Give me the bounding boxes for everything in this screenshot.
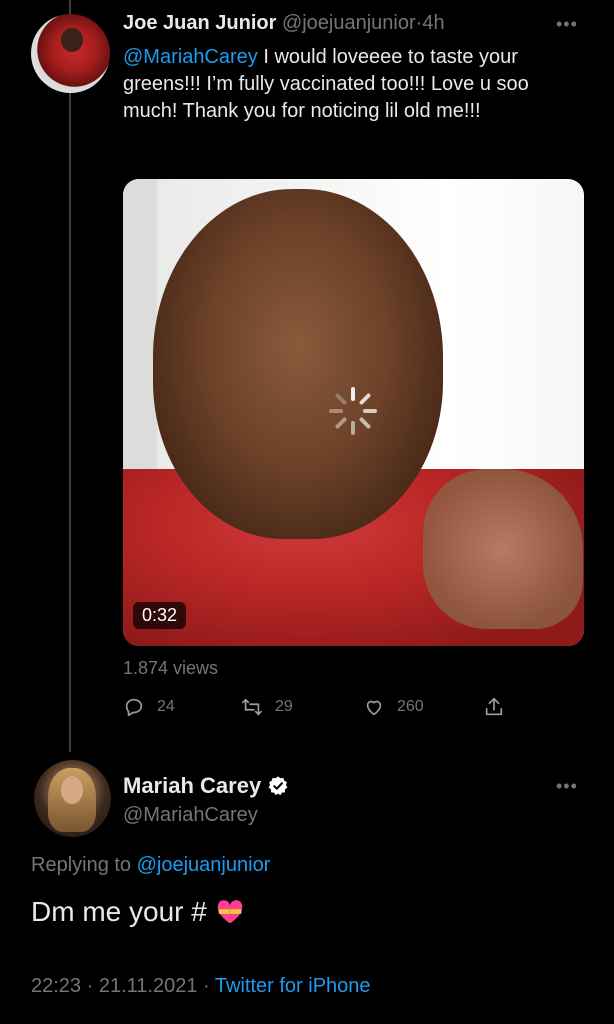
tweet1-header: Joe Juan Junior @joejuanjunior·4h — [123, 12, 445, 35]
replying-to-link[interactable]: @joejuanjunior — [137, 854, 271, 876]
retweet-count: 29 — [275, 698, 293, 715]
loading-spinner-icon — [329, 387, 377, 435]
avatar-joe-juan-junior[interactable] — [31, 14, 110, 93]
replying-prefix: Replying to — [31, 854, 137, 876]
tweet2-client-link[interactable]: Twitter for iPhone — [215, 975, 371, 997]
reply-icon — [125, 698, 143, 717]
tweet2-sep-2: · — [203, 975, 210, 997]
more-dots-icon[interactable]: ••• — [556, 14, 578, 35]
tweet2-body: Dm me your # — [31, 896, 207, 927]
tweet2-date: 21.11.2021 — [98, 975, 198, 997]
like-button[interactable]: 260 — [363, 696, 424, 718]
reply-count: 24 — [157, 698, 175, 715]
tweet1-handle[interactable]: @joejuanjunior — [282, 12, 416, 34]
tweet2-handle[interactable]: @MariahCarey — [123, 804, 258, 827]
tweet1-action-bar: 24 29 260 — [123, 696, 543, 726]
video-frame-hand — [423, 469, 583, 629]
heart-with-ribbon-icon — [217, 900, 243, 924]
share-icon — [485, 697, 503, 716]
retweet-button[interactable]: 29 — [241, 696, 293, 718]
like-count: 260 — [397, 698, 424, 715]
share-button[interactable] — [483, 696, 505, 718]
tweet1-display-name[interactable]: Joe Juan Junior — [123, 12, 276, 34]
replying-to-line: Replying to @joejuanjunior — [31, 854, 270, 877]
tweet1-time[interactable]: 4h — [422, 12, 444, 34]
tweet2-time: 22:23 — [31, 975, 82, 997]
tweet2-text: Dm me your # — [31, 896, 245, 928]
heart-icon — [366, 700, 382, 716]
tweet1-mention[interactable]: @MariahCarey — [123, 46, 258, 68]
more-dots-icon[interactable]: ••• — [556, 776, 578, 797]
tweet2-sep-1: · — [86, 975, 94, 997]
retweet-icon — [242, 698, 262, 716]
video-duration-badge: 0:32 — [133, 602, 187, 629]
tweet2-meta: 22:23 · 21.11.2021 · Twitter for iPhone — [31, 975, 371, 998]
tweet1-video[interactable]: 0:32 — [123, 179, 584, 646]
tweet1-text: @MariahCarey I would loveeee to taste yo… — [123, 44, 583, 125]
thread-connector-line — [69, 0, 71, 752]
verified-badge-icon — [268, 776, 288, 796]
tweet1-views: 1.874 views — [123, 658, 219, 678]
tweet2-display-name[interactable]: Mariah Carey — [123, 773, 261, 799]
video-frame-face — [153, 189, 443, 539]
avatar-mariah-carey[interactable] — [34, 760, 111, 837]
tweet2-name-row: Mariah Carey — [123, 773, 289, 799]
reply-button[interactable]: 24 — [123, 696, 175, 718]
